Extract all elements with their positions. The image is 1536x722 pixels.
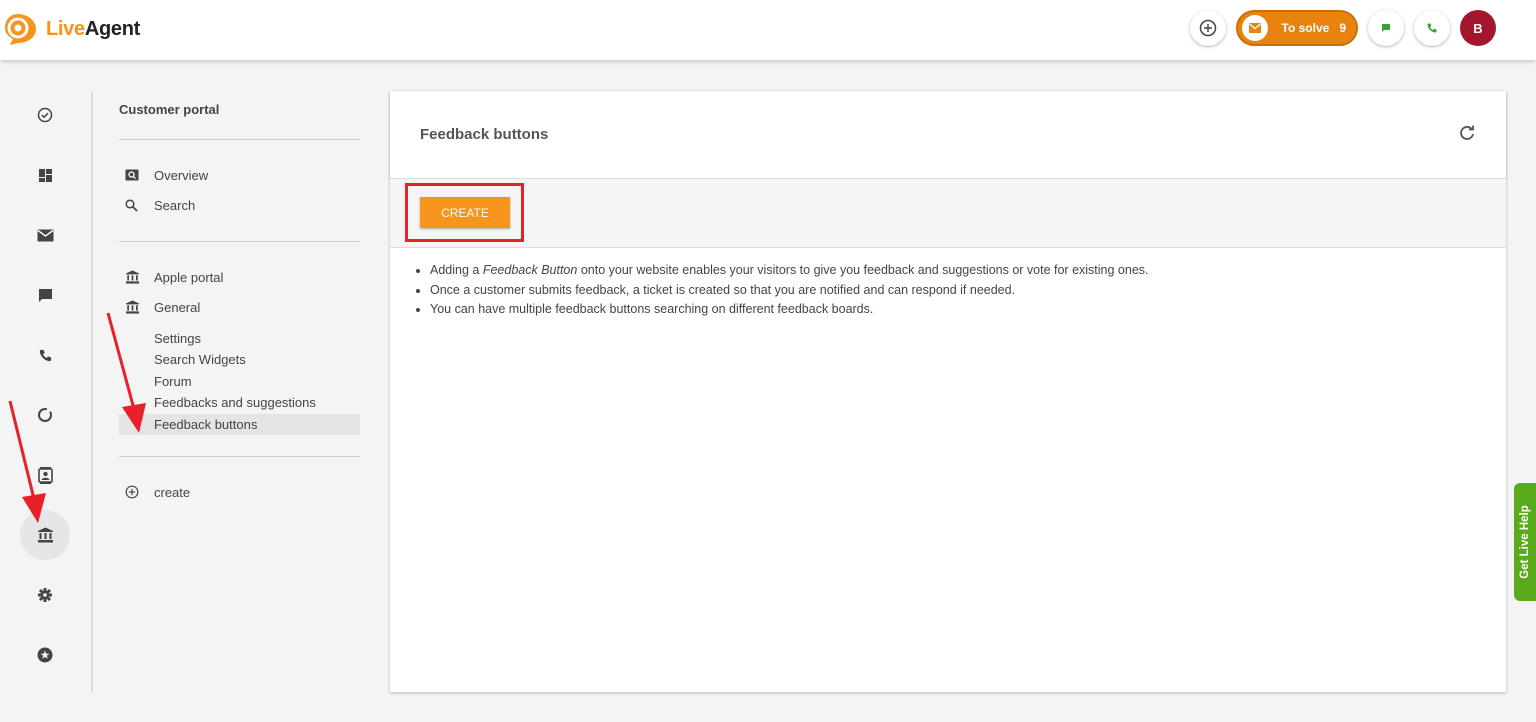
divider: [119, 139, 360, 140]
menu-item-label: Apple portal: [154, 269, 224, 285]
to-solve-label: To solve: [1281, 21, 1330, 35]
menu-item-search-widgets[interactable]: Search Widgets: [119, 349, 360, 370]
mail-icon: [37, 229, 53, 241]
contacts-icon: [37, 466, 53, 484]
mail-icon: [1241, 15, 1268, 41]
bank-icon: [37, 527, 53, 543]
divider: [119, 241, 360, 242]
info-list: Adding a Feedback Button onto your websi…: [390, 248, 1506, 320]
menu-item-label: Feedbacks and suggestions: [154, 395, 316, 410]
menu-item-general[interactable]: General: [119, 296, 360, 318]
nav-customer-portal[interactable]: [20, 510, 70, 560]
nav-chats[interactable]: [20, 270, 70, 320]
info-item: Adding a Feedback Button onto your websi…: [430, 261, 1506, 281]
plus-circle-icon: [1199, 19, 1216, 37]
overview-icon: [125, 169, 139, 181]
live-help-label: Get Live Help: [1519, 505, 1531, 579]
menu-item-label: Settings: [154, 331, 201, 346]
nav-divider: [91, 92, 93, 692]
chat-icon: [38, 288, 52, 302]
panel-header: Feedback buttons: [390, 91, 1506, 179]
chat-icon: [1382, 24, 1390, 32]
menu-item-label: Search Widgets: [154, 352, 246, 367]
menu-item-overview[interactable]: Overview: [119, 164, 360, 186]
menu-item-search[interactable]: Search: [119, 194, 360, 216]
refresh-icon[interactable]: [1458, 124, 1476, 142]
logo-icon: [5, 14, 36, 45]
plus-circle-icon: [125, 485, 139, 499]
search-icon: [125, 198, 138, 212]
logo-text: LiveAgent: [46, 17, 140, 40]
phone-icon: [39, 349, 51, 361]
add-button[interactable]: [1189, 10, 1226, 46]
bank-icon: [125, 270, 140, 284]
menu-item-settings[interactable]: Settings: [119, 328, 360, 349]
to-solve-button[interactable]: To solve 9: [1235, 10, 1358, 46]
get-live-help-tab[interactable]: Get Live Help: [1514, 483, 1536, 601]
nav-calls[interactable]: [20, 330, 70, 380]
menu-item-forum[interactable]: Forum: [119, 371, 360, 392]
to-solve-count: 9: [1339, 21, 1346, 35]
star-icon: [37, 647, 53, 663]
divider: [119, 456, 360, 457]
dashboard-icon: [38, 168, 52, 182]
nav-tasks[interactable]: [20, 90, 70, 140]
nav-settings[interactable]: [20, 570, 70, 620]
nav-plugins[interactable]: [20, 630, 70, 680]
bank-icon: [125, 300, 140, 314]
user-avatar[interactable]: B: [1460, 10, 1496, 46]
info-item: You can have multiple feedback buttons s…: [430, 300, 1506, 320]
main-panel: Feedback buttons CREATE Adding a Feedbac…: [390, 91, 1506, 692]
page-title: Feedback buttons: [420, 126, 549, 143]
menu-item-label: Feedback buttons: [154, 417, 258, 432]
menu-item-feedbacks-and-suggestions[interactable]: Feedbacks and suggestions: [119, 392, 360, 413]
nav-tickets[interactable]: [20, 210, 70, 260]
chat-status-button[interactable]: [1368, 10, 1404, 46]
nav-dashboard[interactable]: [20, 150, 70, 200]
top-bar: LiveAgent To solve 9 B: [0, 0, 1536, 60]
menu-item-apple-portal[interactable]: Apple portal: [119, 266, 360, 288]
menu-item-label: Search: [154, 197, 196, 213]
nav-reports[interactable]: [20, 390, 70, 440]
menu-item-label: Overview: [154, 167, 209, 183]
phone-status-button[interactable]: [1414, 10, 1450, 46]
menu-item-create[interactable]: create: [119, 481, 360, 503]
liveagent-logo[interactable]: LiveAgent: [4, 12, 140, 46]
menu-item-feedback-buttons[interactable]: Feedback buttons: [119, 414, 360, 435]
nav-contacts[interactable]: [20, 450, 70, 500]
menu-item-label: Forum: [154, 374, 192, 389]
menu-item-label: create: [154, 484, 191, 500]
info-item: Once a customer submits feedback, a tick…: [430, 281, 1506, 301]
top-actions: To solve 9 B: [1180, 10, 1496, 46]
check-circle-icon: [37, 107, 53, 123]
toolbar: CREATE: [390, 179, 1506, 248]
settings-icon: [38, 588, 52, 602]
phone-icon: [1427, 23, 1437, 33]
menu-item-label: General: [154, 299, 201, 315]
create-button[interactable]: CREATE: [420, 197, 510, 228]
reports-icon: [38, 408, 52, 422]
submenu-title: Customer portal: [119, 102, 220, 117]
